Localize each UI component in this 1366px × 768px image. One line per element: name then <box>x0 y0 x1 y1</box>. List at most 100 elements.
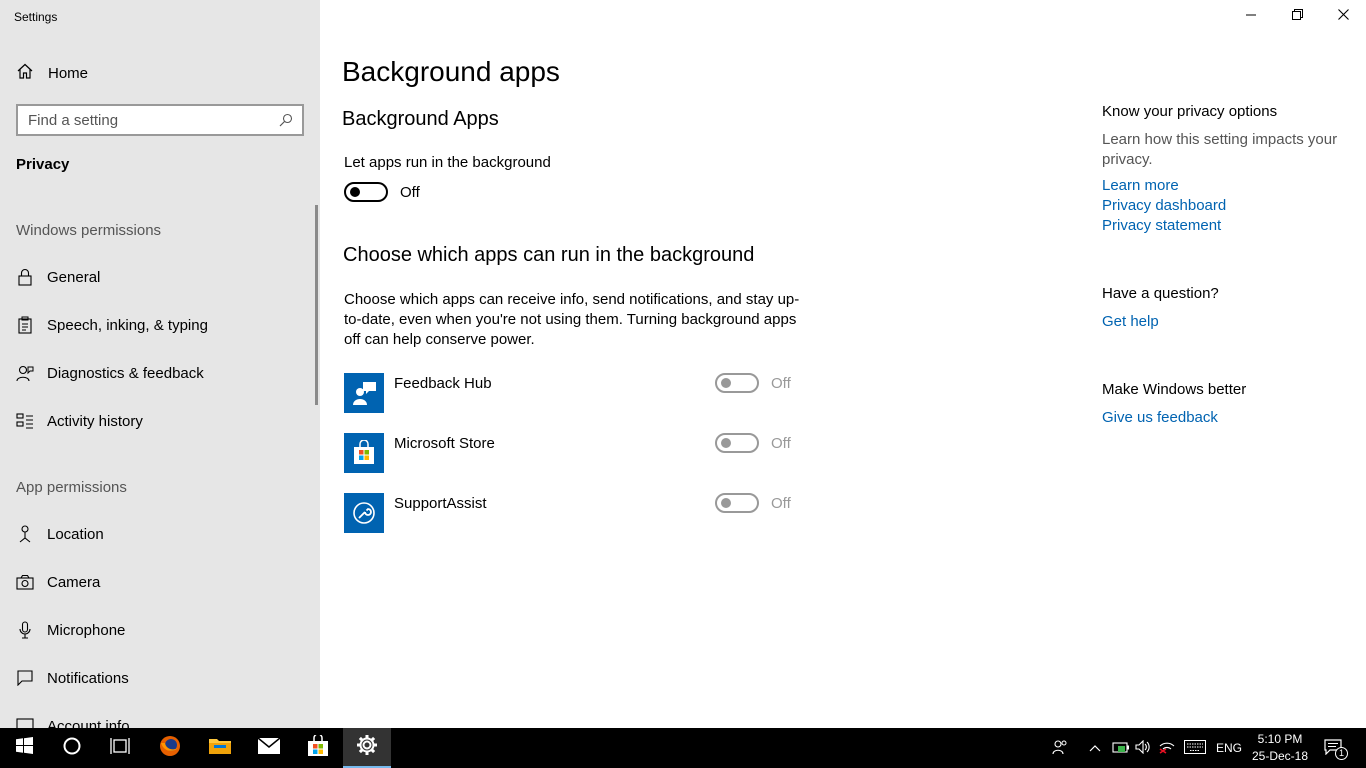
feedback-hub-toggle[interactable] <box>715 373 759 393</box>
home-icon <box>16 62 34 85</box>
mail-button[interactable] <box>245 728 293 768</box>
app-name: Microsoft Store <box>394 435 495 452</box>
app-name: Feedback Hub <box>394 375 492 392</box>
master-toggle-state: Off <box>400 183 420 201</box>
sidebar-item-label: Notifications <box>47 669 129 687</box>
sidebar-item-account-info[interactable]: Account info <box>16 711 304 728</box>
windows-logo-icon <box>15 737 33 759</box>
search-box[interactable] <box>16 104 304 136</box>
touch-keyboard-button[interactable] <box>1181 728 1209 768</box>
sidebar-item-general[interactable]: General <box>16 262 304 292</box>
microsoft-store-icon <box>344 433 384 473</box>
action-center-button[interactable]: 1 <box>1320 728 1350 768</box>
start-button[interactable] <box>0 728 48 768</box>
page-title: Background apps <box>342 56 560 87</box>
close-button[interactable] <box>1320 0 1366 32</box>
people-icon <box>1052 739 1068 758</box>
privacy-statement-link[interactable]: Privacy statement <box>1102 217 1221 234</box>
firefox-button[interactable] <box>146 728 194 768</box>
sidebar-item-microphone[interactable]: Microphone <box>16 615 304 645</box>
windows-permissions-header: Windows permissions <box>16 222 162 239</box>
have-question-heading: Have a question? <box>1102 285 1219 302</box>
apps-description: Choose which apps can receive info, send… <box>344 291 800 348</box>
camera-icon <box>16 573 34 591</box>
file-explorer-button[interactable] <box>196 728 244 768</box>
app-toggle-row: Off <box>715 493 791 513</box>
person-feedback-icon <box>16 364 34 382</box>
sidebar-item-diagnostics[interactable]: Diagnostics & feedback <box>16 358 304 388</box>
notification-count-badge: 1 <box>1335 747 1348 760</box>
sidebar-item-home[interactable]: Home <box>16 60 304 86</box>
privacy-options-text: Learn how this setting impacts your priv… <box>1102 131 1338 168</box>
restore-button[interactable] <box>1274 0 1320 32</box>
notification-icon <box>16 669 34 687</box>
task-view-button[interactable] <box>96 728 144 768</box>
clock-date: 25-Dec-18 <box>1251 749 1309 763</box>
close-icon <box>1337 7 1349 25</box>
store-bag-icon <box>307 732 329 762</box>
current-section-title: Privacy <box>16 156 70 173</box>
app-permissions-header: App permissions <box>16 479 127 496</box>
sidebar-item-location[interactable]: Location <box>16 519 304 549</box>
search-icon[interactable] <box>278 112 294 128</box>
toggle-knob <box>350 187 360 197</box>
app-toggle-state: Off <box>771 494 791 512</box>
location-icon <box>16 525 34 543</box>
toggle-knob <box>721 498 731 508</box>
master-toggle-label: Let apps run in the background <box>344 154 551 171</box>
network-button[interactable] <box>1156 728 1178 768</box>
store-taskbar-button[interactable] <box>294 728 342 768</box>
volume-button[interactable] <box>1133 728 1153 768</box>
sidebar-item-label: General <box>47 268 101 286</box>
sidebar-item-speech[interactable]: Speech, inking, & typing <box>16 310 304 340</box>
privacy-dashboard-link[interactable]: Privacy dashboard <box>1102 197 1226 214</box>
privacy-options-heading: Know your privacy options <box>1102 103 1278 120</box>
search-input[interactable] <box>28 111 278 129</box>
clock-time: 5:10 PM <box>1257 732 1303 746</box>
sidebar-item-activity-history[interactable]: Activity history <box>16 406 304 436</box>
sidebar-item-label: Camera <box>47 573 101 591</box>
app-name: SupportAssist <box>394 495 487 512</box>
sidebar-item-label: Home <box>48 64 89 82</box>
task-view-icon <box>110 737 130 760</box>
show-hidden-icons-button[interactable] <box>1085 728 1105 768</box>
apps-section-title: Choose which apps can run in the backgro… <box>343 244 755 266</box>
restore-icon <box>1291 7 1303 25</box>
battery-button[interactable] <box>1110 728 1132 768</box>
background-apps-toggle[interactable] <box>344 182 388 202</box>
sidebar-scrollbar[interactable] <box>315 205 318 405</box>
language-indicator[interactable]: ENG <box>1213 728 1245 768</box>
clock[interactable]: 5:10 PM 25-Dec-18 <box>1248 731 1312 765</box>
battery-charging-icon <box>1112 741 1130 756</box>
get-help-link[interactable]: Get help <box>1102 313 1159 330</box>
folder-icon <box>208 736 232 761</box>
microsoft-store-toggle[interactable] <box>715 433 759 453</box>
minimize-button[interactable] <box>1228 0 1274 32</box>
sidebar: Settings Home Privacy Windows permission… <box>0 0 320 728</box>
sidebar-item-label: Speech, inking, & typing <box>47 316 208 334</box>
sidebar-item-label: Activity history <box>47 412 143 430</box>
learn-more-link[interactable]: Learn more <box>1102 177 1179 194</box>
app-toggle-row: Off <box>715 373 791 393</box>
settings-taskbar-button[interactable] <box>343 728 391 768</box>
cortana-button[interactable] <box>48 728 96 768</box>
supportassist-toggle[interactable] <box>715 493 759 513</box>
account-info-icon <box>16 717 34 728</box>
action-center-icon: 1 <box>1324 738 1348 760</box>
sidebar-item-notifications[interactable]: Notifications <box>16 663 304 693</box>
window-controls <box>1228 0 1366 32</box>
gear-icon <box>356 734 378 761</box>
volume-icon <box>1135 739 1151 757</box>
people-button[interactable] <box>1048 728 1072 768</box>
sidebar-item-camera[interactable]: Camera <box>16 567 304 597</box>
keyboard-icon <box>1184 739 1206 757</box>
microphone-icon <box>16 621 34 639</box>
main-content: Background apps Background Apps Let apps… <box>320 0 1366 728</box>
sidebar-item-label: Location <box>47 525 104 543</box>
app-toggle-row: Off <box>715 433 791 453</box>
give-feedback-link[interactable]: Give us feedback <box>1102 409 1218 426</box>
make-windows-better-heading: Make Windows better <box>1102 381 1247 398</box>
minimize-icon <box>1246 7 1256 25</box>
master-toggle-row: Off <box>344 182 420 202</box>
toggle-knob <box>721 378 731 388</box>
